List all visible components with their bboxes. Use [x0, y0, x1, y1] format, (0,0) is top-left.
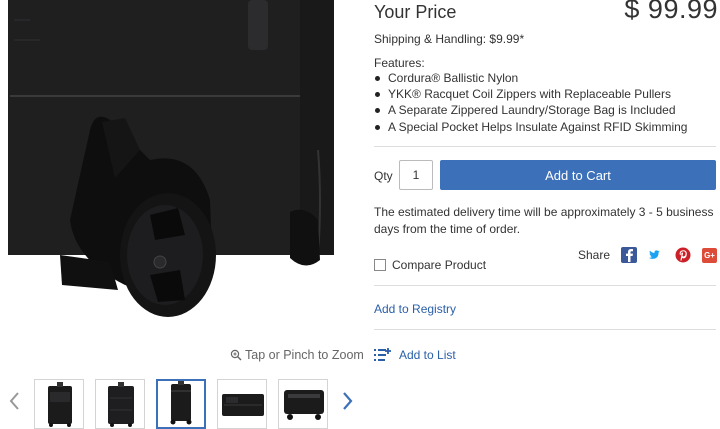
price-row: Your Price $ 99.99 — [374, 0, 720, 28]
features-heading: Features: — [374, 56, 425, 70]
divider — [374, 329, 716, 330]
thumbnail-strip — [0, 376, 360, 429]
divider — [374, 285, 716, 286]
features-list: Cordura® Ballistic Nylon YKK® Racquet Co… — [374, 70, 687, 135]
thumbnail-image — [108, 382, 134, 427]
thumbnail-image — [48, 382, 72, 427]
magnifier-icon — [230, 349, 242, 361]
quantity-input[interactable] — [399, 160, 433, 190]
pinterest-icon[interactable] — [675, 247, 691, 263]
thumbnail-2[interactable] — [95, 379, 145, 429]
twitter-icon[interactable] — [648, 247, 664, 263]
feature-item: A Special Pocket Helps Insulate Against … — [374, 119, 687, 135]
add-to-list-label: Add to List — [399, 348, 456, 362]
divider — [374, 146, 716, 147]
feature-item: A Separate Zippered Laundry/Storage Bag … — [374, 102, 687, 118]
thumbnail-image — [222, 394, 264, 416]
price-label: Your Price — [374, 2, 457, 22]
luggage-photo — [8, 0, 334, 317]
thumbnail-1[interactable] — [34, 379, 84, 429]
compare-product[interactable]: Compare Product — [374, 258, 486, 272]
add-to-cart-button[interactable]: Add to Cart — [440, 160, 716, 190]
google-plus-icon[interactable]: G+ — [702, 247, 718, 263]
facebook-icon[interactable] — [621, 247, 638, 263]
add-to-registry-link[interactable]: Add to Registry — [374, 302, 456, 316]
thumbnail-4[interactable] — [217, 379, 267, 429]
qty-label: Qty — [374, 169, 393, 183]
zoom-hint: Tap or Pinch to Zoom — [230, 348, 364, 362]
share-bar: Share G+ — [578, 247, 718, 263]
shipping-info: Shipping & Handling: $9.99* — [374, 32, 525, 46]
delivery-estimate: The estimated delivery time will be appr… — [374, 205, 714, 236]
feature-item: Cordura® Ballistic Nylon — [374, 70, 687, 86]
chevron-right-icon[interactable] — [340, 390, 354, 412]
feature-item: YKK® Racquet Coil Zippers with Replaceab… — [374, 86, 687, 102]
chevron-left-icon[interactable] — [8, 390, 22, 412]
thumbnail-image — [170, 381, 192, 425]
thumbnail-3[interactable] — [156, 379, 206, 429]
thumbnail-image — [284, 390, 324, 420]
product-price: $ 99.99 — [624, 0, 718, 24]
add-to-list-link[interactable]: Add to List — [374, 348, 456, 362]
list-add-icon — [374, 348, 391, 361]
zoom-hint-text: Tap or Pinch to Zoom — [245, 348, 364, 362]
compare-checkbox[interactable] — [374, 259, 386, 271]
thumbnail-5[interactable] — [278, 379, 328, 429]
share-label: Share — [578, 248, 611, 262]
product-info-panel: Your Price $ 99.99 Shipping & Handling: … — [374, 0, 720, 429]
product-main-image[interactable] — [0, 0, 360, 345]
compare-label: Compare Product — [392, 258, 487, 272]
